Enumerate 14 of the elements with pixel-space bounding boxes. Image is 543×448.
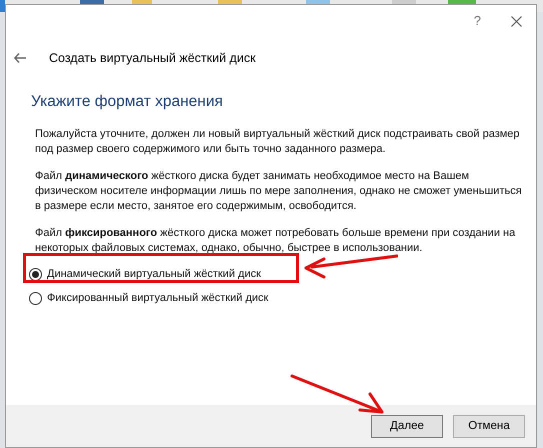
- radio-label[interactable]: Фиксированный виртуальный жёсткий диск: [47, 290, 268, 306]
- page-heading: Укажите формат хранения: [31, 92, 224, 112]
- close-icon[interactable]: [511, 16, 522, 26]
- help-button[interactable]: ?: [474, 11, 481, 31]
- wizard-title: Создать виртуальный жёсткий диск: [49, 50, 256, 67]
- paragraph: Файл фиксированного жёсткого диска может потребовать больше времени при создании на некоторых файловых системах, однако, обычно, быстрее в использовании.: [35, 226, 516, 256]
- radio-button[interactable]: [29, 292, 42, 304]
- next-button[interactable]: Далее: [371, 414, 443, 438]
- paragraph: Пожалуйста уточните, должен ли новый виртуальный жёсткий диск подстраивать свой размер под размер своего содержимого или быть точно заданного размера.: [35, 127, 521, 158]
- radio-button[interactable]: [29, 268, 42, 281]
- paragraph: Файл динамического жёсткого диска будет занимать необходимое место на Вашем физическом носителе информации лишь по мере заполнения, однако не сможет уменьшиться в размере если место, занятое его содержимым, освободится.: [35, 169, 523, 214]
- radio-label[interactable]: Динамический виртуальный жёсткий диск: [47, 266, 261, 283]
- cancel-button[interactable]: Отмена: [453, 414, 525, 438]
- back-arrow-icon[interactable]: [14, 53, 26, 63]
